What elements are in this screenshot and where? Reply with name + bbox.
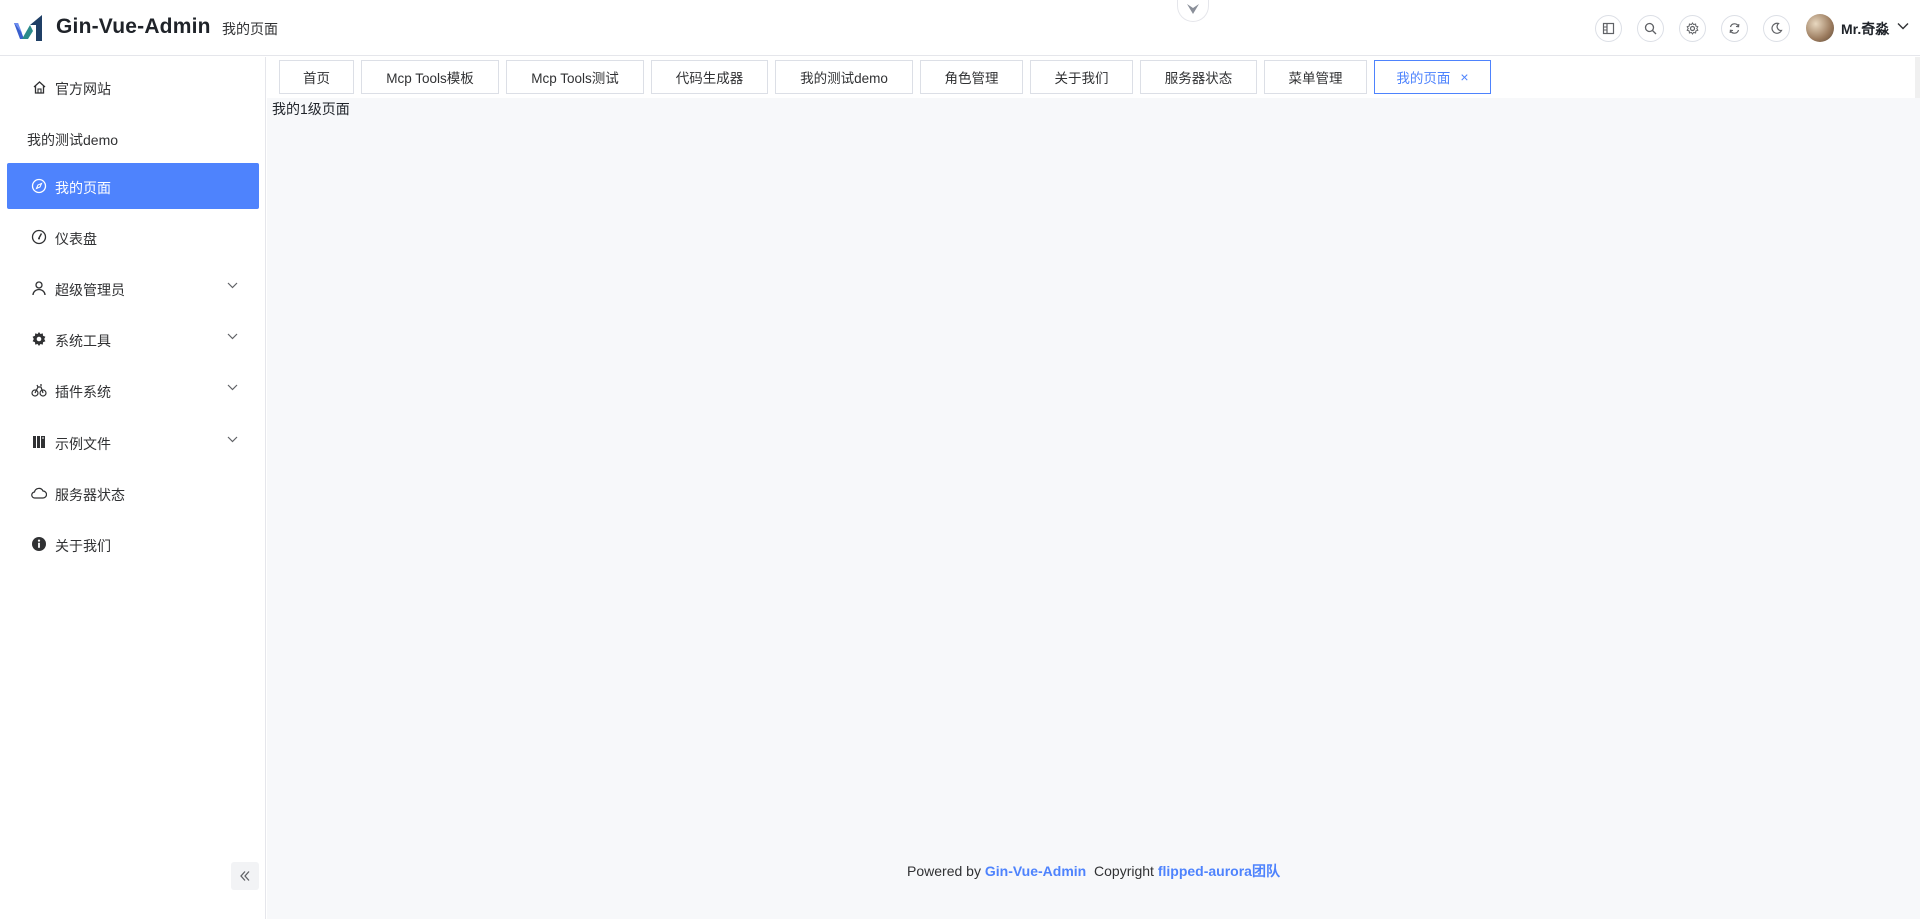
footer-powered-by: Powered by [907,863,981,879]
sidebar-item-label: 关于我们 [55,538,111,554]
home-icon [31,79,47,95]
sidebar-item-label: 服务器状态 [55,487,125,503]
user-name[interactable]: Mr.奇淼 [1841,19,1889,39]
gauge-icon [31,229,47,245]
main-content: 我的1级页面 Powered by Gin-Vue-Admin Copyrigh… [267,98,1920,919]
sidebar-item-label: 我的页面 [55,180,111,196]
tab-label: Mcp Tools模板 [386,71,474,86]
tab-mcp-tools-test[interactable]: Mcp Tools测试 [506,60,644,94]
tab-menu-management[interactable]: 菜单管理 [1264,60,1367,94]
history-tabs: 首页 Mcp Tools模板 Mcp Tools测试 代码生成器 我的测试dem… [267,57,1920,98]
sidebar-item-test-demo[interactable]: 我的测试demo [7,115,259,161]
chevron-down-icon [227,333,238,340]
tab-label: 菜单管理 [1288,71,1343,86]
sidebar-item-dashboard[interactable]: 仪表盘 [7,214,259,260]
sidebar-item-about-us[interactable]: 关于我们 [7,521,259,567]
sidebar-collapse-button[interactable] [231,862,259,890]
tab-server-status[interactable]: 服务器状态 [1140,60,1257,94]
close-icon[interactable]: × [1460,69,1468,85]
tab-label: 关于我们 [1054,71,1109,86]
sidebar-item-example-files[interactable]: 示例文件 [7,419,259,465]
top-header: Gin-Vue-Admin 我的页面 Mr.奇淼 [0,0,1920,56]
sidebar-item-label: 系统工具 [55,333,111,349]
sidebar-item-plugin-system[interactable]: 插件系统 [7,367,259,413]
refresh-button[interactable] [1721,15,1748,42]
footer-brand-link[interactable]: Gin-Vue-Admin [985,863,1086,879]
brand-title: Gin-Vue-Admin [56,15,211,38]
tab-test-demo[interactable]: 我的测试demo [775,60,913,94]
tab-mcp-tools-template[interactable]: Mcp Tools模板 [361,60,499,94]
tab-label: 首页 [303,71,330,86]
settings-button[interactable] [1679,15,1706,42]
gear-icon [1686,22,1699,35]
bicycle-icon [31,382,47,398]
gin-vue-admin-logo-icon[interactable] [12,13,44,43]
sidebar-item-my-page[interactable]: 我的页面 [7,163,259,209]
chevron-down-icon[interactable] [1897,22,1909,30]
book-icon [31,434,47,450]
tab-label: Mcp Tools测试 [531,71,619,86]
layout-button[interactable] [1595,15,1622,42]
sidebar-item-label: 示例文件 [55,436,111,452]
footer: Powered by Gin-Vue-Admin Copyright flipp… [267,861,1920,881]
tab-label: 角色管理 [944,71,999,86]
footer-copyright: Copyright [1094,863,1154,879]
dark-mode-button[interactable] [1763,15,1790,42]
sidebar-item-label: 官方网站 [55,81,111,97]
chevron-down-icon [1187,3,1199,14]
avatar[interactable] [1806,14,1834,42]
double-chevron-left-icon [240,871,250,881]
tab-label: 代码生成器 [675,71,744,86]
sidebar-item-label: 超级管理员 [55,282,125,298]
sidebar: 官方网站 我的测试demo 我的页面 仪表盘 超级管理员 系统工具 插件系统 示… [0,57,266,919]
layout-icon [1602,22,1615,35]
search-button[interactable] [1637,15,1664,42]
footer-team-link[interactable]: flipped-aurora团队 [1158,863,1280,879]
tab-label: 服务器状态 [1164,71,1233,86]
sidebar-item-label: 我的测试demo [27,132,119,148]
tab-label: 我的测试demo [800,71,888,86]
sidebar-item-super-admin[interactable]: 超级管理员 [7,265,259,311]
chevron-down-icon [227,436,238,443]
tab-my-page[interactable]: 我的页面 × [1374,60,1491,94]
user-icon [31,280,47,296]
sidebar-item-official-site[interactable]: 官方网站 [7,64,259,110]
tab-home[interactable]: 首页 [279,60,354,94]
page-content-text: 我的1级页面 [272,101,350,117]
breadcrumb: 我的页面 [222,21,278,37]
tab-code-generator[interactable]: 代码生成器 [651,60,768,94]
sidebar-item-label: 仪表盘 [55,231,97,247]
header-collapse-button[interactable] [1177,0,1209,22]
sidebar-item-label: 插件系统 [55,384,111,400]
chevron-down-icon [227,282,238,289]
moon-icon [1771,22,1783,34]
sidebar-item-server-status[interactable]: 服务器状态 [7,470,259,516]
compass-icon [31,178,47,194]
sidebar-item-system-tools[interactable]: 系统工具 [7,316,259,362]
tab-label: 我的页面 [1396,71,1451,86]
refresh-icon [1729,23,1740,34]
search-icon [1644,22,1657,35]
cloud-icon [31,485,47,501]
tab-about-us[interactable]: 关于我们 [1030,60,1133,94]
info-icon [31,536,47,552]
tabs-scrollbar[interactable] [1915,57,1920,98]
chevron-down-icon [227,384,238,391]
tab-role-management[interactable]: 角色管理 [920,60,1023,94]
cog-icon [31,331,47,347]
